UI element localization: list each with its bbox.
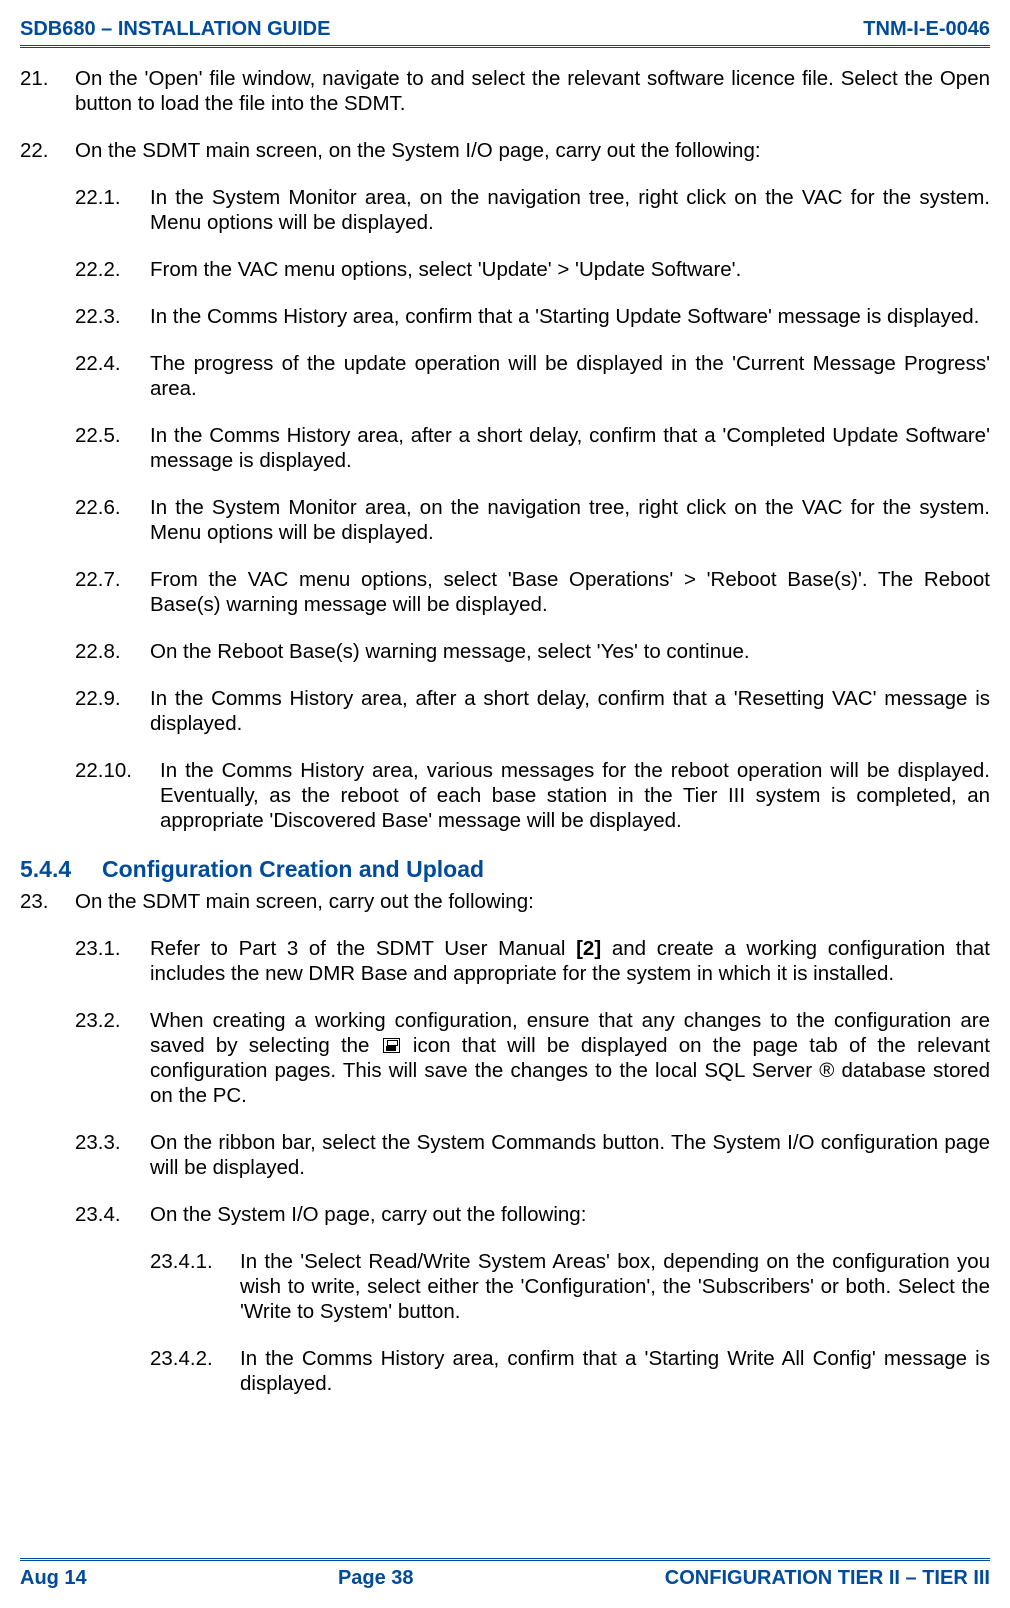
list-item: 23.1. Refer to Part 3 of the SDMT User M… bbox=[75, 936, 990, 986]
item-text: On the Reboot Base(s) warning message, s… bbox=[150, 639, 990, 664]
item-text: In the System Monitor area, on the navig… bbox=[150, 495, 990, 545]
item-text: When creating a working configuration, e… bbox=[150, 1008, 990, 1108]
item-number: 21. bbox=[20, 66, 75, 116]
item-text: In the 'Select Read/Write System Areas' … bbox=[240, 1249, 990, 1324]
item-text: In the System Monitor area, on the navig… bbox=[150, 185, 990, 235]
item-number: 23.4.1. bbox=[150, 1249, 240, 1324]
item-text: On the SDMT main screen, carry out the f… bbox=[75, 889, 990, 914]
list-item: 22. On the SDMT main screen, on the Syst… bbox=[20, 138, 990, 163]
item-number: 22.3. bbox=[75, 304, 150, 329]
item-number: 22.9. bbox=[75, 686, 150, 736]
header-left: SDB680 – INSTALLATION GUIDE bbox=[20, 18, 330, 41]
list-item: 22.3. In the Comms History area, confirm… bbox=[75, 304, 990, 329]
list-item: 22.6. In the System Monitor area, on the… bbox=[75, 495, 990, 545]
item-text: In the Comms History area, after a short… bbox=[150, 686, 990, 736]
item-text: On the SDMT main screen, on the System I… bbox=[75, 138, 990, 163]
section-heading: 5.4.4Configuration Creation and Upload bbox=[20, 855, 990, 883]
list-item: 22.1. In the System Monitor area, on the… bbox=[75, 185, 990, 235]
list-item: 22.9. In the Comms History area, after a… bbox=[75, 686, 990, 736]
list-item: 23.4. On the System I/O page, carry out … bbox=[75, 1202, 990, 1227]
list-item: 23.3. On the ribbon bar, select the Syst… bbox=[75, 1130, 990, 1180]
list-item: 22.8. On the Reboot Base(s) warning mess… bbox=[75, 639, 990, 664]
item-number: 23. bbox=[20, 889, 75, 914]
header-right: TNM-I-E-0046 bbox=[863, 18, 990, 41]
page-body: 21. On the 'Open' file window, navigate … bbox=[20, 66, 990, 1478]
item-text: In the Comms History area, confirm that … bbox=[240, 1346, 990, 1396]
page-footer: Aug 14 Page 38 CONFIGURATION TIER II – T… bbox=[20, 1558, 990, 1590]
item-text: From the VAC menu options, select 'Base … bbox=[150, 567, 990, 617]
list-item: 22.7. From the VAC menu options, select … bbox=[75, 567, 990, 617]
item-text: In the Comms History area, after a short… bbox=[150, 423, 990, 473]
item-text: On the System I/O page, carry out the fo… bbox=[150, 1202, 990, 1227]
item-text: The progress of the update operation wil… bbox=[150, 351, 990, 401]
footer-right: CONFIGURATION TIER II – TIER III bbox=[665, 1567, 990, 1590]
item-number: 22.6. bbox=[75, 495, 150, 545]
footer-left: Aug 14 bbox=[20, 1567, 87, 1590]
page-header: SDB680 – INSTALLATION GUIDE TNM-I-E-0046 bbox=[20, 18, 990, 48]
item-number: 23.2. bbox=[75, 1008, 150, 1108]
item-number: 22.7. bbox=[75, 567, 150, 617]
item-number: 23.4. bbox=[75, 1202, 150, 1227]
item-number: 22.1. bbox=[75, 185, 150, 235]
item-number: 23.3. bbox=[75, 1130, 150, 1180]
item-number: 22.5. bbox=[75, 423, 150, 473]
list-item: 23.4.1. In the 'Select Read/Write System… bbox=[150, 1249, 990, 1324]
item-text: From the VAC menu options, select 'Updat… bbox=[150, 257, 990, 282]
item-number: 22.4. bbox=[75, 351, 150, 401]
list-item: 22.4. The progress of the update operati… bbox=[75, 351, 990, 401]
list-item: 21. On the 'Open' file window, navigate … bbox=[20, 66, 990, 116]
item-text: On the 'Open' file window, navigate to a… bbox=[75, 66, 990, 116]
item-number: 23.4.2. bbox=[150, 1346, 240, 1396]
list-item: 23.2. When creating a working configurat… bbox=[75, 1008, 990, 1108]
list-item: 22.5. In the Comms History area, after a… bbox=[75, 423, 990, 473]
footer-center: Page 38 bbox=[338, 1567, 414, 1590]
item-text: In the Comms History area, various messa… bbox=[160, 758, 990, 833]
section-number: 5.4.4 bbox=[20, 855, 102, 883]
item-text: In the Comms History area, confirm that … bbox=[150, 304, 990, 329]
section-title: Configuration Creation and Upload bbox=[102, 856, 484, 882]
list-item: 22.10. In the Comms History area, variou… bbox=[75, 758, 990, 833]
list-item: 23.4.2. In the Comms History area, confi… bbox=[150, 1346, 990, 1396]
save-icon bbox=[383, 1038, 400, 1053]
item-text: On the ribbon bar, select the System Com… bbox=[150, 1130, 990, 1180]
item-number: 22. bbox=[20, 138, 75, 163]
item-text: Refer to Part 3 of the SDMT User Manual … bbox=[150, 936, 990, 986]
reference: [2] bbox=[576, 937, 601, 960]
list-item: 23. On the SDMT main screen, carry out t… bbox=[20, 889, 990, 914]
item-number: 22.8. bbox=[75, 639, 150, 664]
item-number: 22.10. bbox=[75, 758, 160, 833]
list-item: 22.2. From the VAC menu options, select … bbox=[75, 257, 990, 282]
item-number: 23.1. bbox=[75, 936, 150, 986]
item-number: 22.2. bbox=[75, 257, 150, 282]
